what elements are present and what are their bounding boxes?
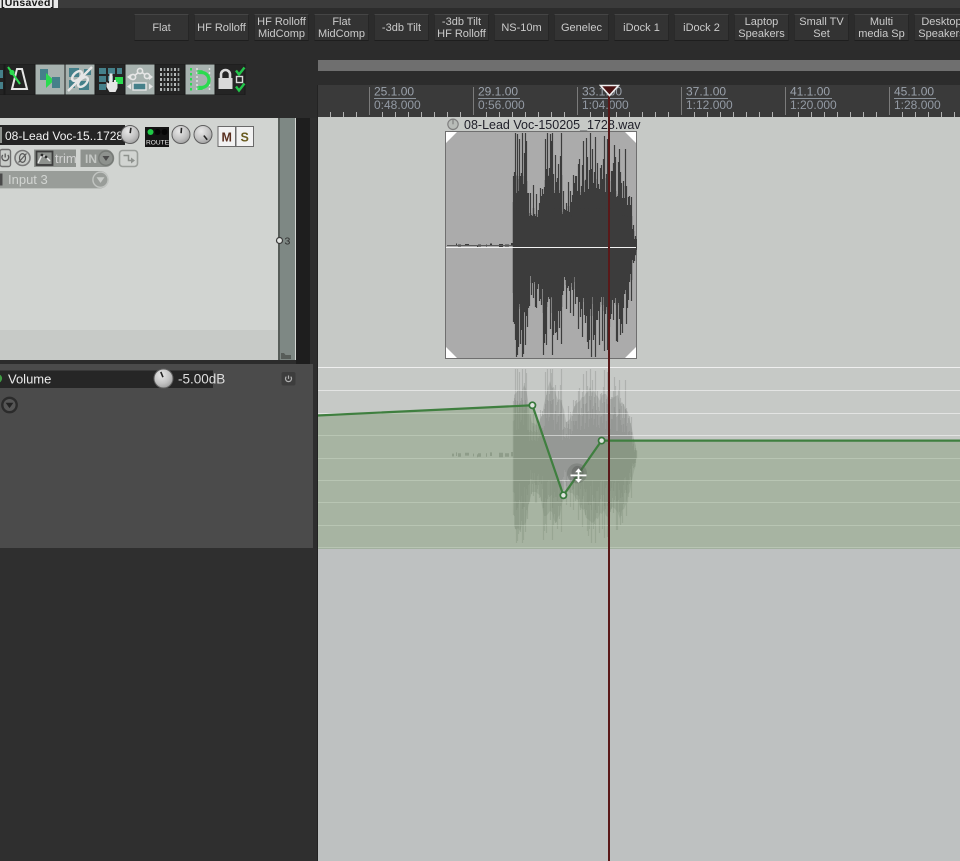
svg-text:1:28.000: 1:28.000: [894, 98, 941, 112]
svg-text:0:48.000: 0:48.000: [374, 98, 421, 112]
svg-text:-5.00dB: -5.00dB: [178, 372, 225, 387]
svg-text:S: S: [241, 131, 249, 145]
svg-text:ROUTE: ROUTE: [146, 140, 170, 147]
svg-text:41.1.00: 41.1.00: [790, 85, 830, 99]
svg-text:IN: IN: [85, 152, 97, 166]
svg-text:25.1.00: 25.1.00: [374, 85, 414, 99]
svg-text:1:12.000: 1:12.000: [686, 98, 733, 112]
svg-text:1:20.000: 1:20.000: [790, 98, 837, 112]
svg-text:3: 3: [285, 236, 291, 248]
svg-text:1:04.000: 1:04.000: [582, 98, 629, 112]
svg-text:M: M: [222, 131, 232, 145]
svg-text:0:56.000: 0:56.000: [478, 98, 525, 112]
svg-text:29.1.00: 29.1.00: [478, 85, 518, 99]
svg-text:45.1.00: 45.1.00: [894, 85, 934, 99]
svg-text:Volume: Volume: [8, 372, 51, 387]
svg-text:Input 3: Input 3: [8, 172, 48, 187]
svg-text:37.1.00: 37.1.00: [686, 85, 726, 99]
svg-text:trim: trim: [55, 151, 77, 166]
